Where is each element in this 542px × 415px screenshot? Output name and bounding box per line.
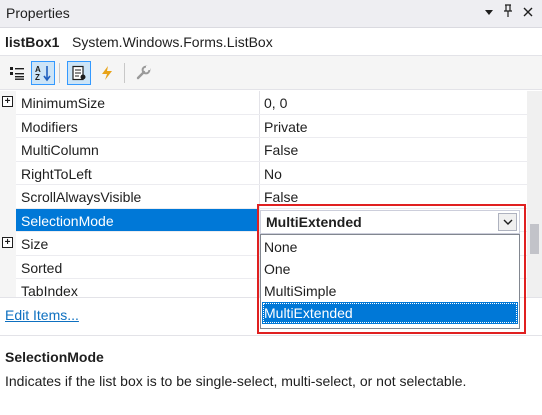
column-divider — [259, 138, 260, 162]
properties-title-bar: Properties — [0, 0, 542, 28]
property-name: MinimumSize — [21, 95, 106, 111]
description-title: SelectionMode — [5, 349, 104, 365]
selection-mode-combo[interactable]: MultiExtended — [260, 210, 520, 234]
property-name: TabIndex — [21, 283, 78, 297]
object-name: listBox1 — [5, 34, 60, 50]
dropdown-option-none[interactable]: None — [262, 236, 518, 258]
property-name: Modifiers — [21, 118, 78, 135]
vertical-scrollbar[interactable] — [527, 91, 542, 297]
description-pane: SelectionMode Indicates if the list box … — [0, 335, 542, 415]
column-divider — [259, 114, 260, 138]
description-text: Indicates if the list box is to be singl… — [5, 373, 467, 389]
chevron-down-icon[interactable] — [498, 213, 517, 231]
close-icon[interactable] — [519, 4, 537, 22]
row-gutter — [0, 208, 16, 232]
toolbar-separator — [124, 63, 125, 83]
dropdown-option-one[interactable]: One — [262, 258, 518, 280]
property-name: Sorted — [21, 259, 63, 276]
property-name: ScrollAlwaysVisible — [21, 189, 142, 205]
expand-icon[interactable]: + — [2, 96, 13, 107]
property-name: RightToLeft — [21, 165, 92, 182]
properties-toolbar: A Z — [0, 56, 542, 90]
window-menu-dropdown-icon[interactable] — [480, 4, 498, 22]
expand-icon[interactable]: + — [2, 237, 13, 248]
property-value[interactable]: 0, 0 — [264, 95, 287, 111]
dropdown-option-multisimple[interactable]: MultiSimple — [262, 280, 518, 302]
toolbar-separator — [59, 63, 60, 83]
window-title: Properties — [6, 5, 70, 21]
row-gutter — [0, 185, 16, 209]
combo-value: MultiExtended — [266, 214, 362, 230]
property-row[interactable]: Modifiers Private — [0, 114, 527, 138]
row-gutter — [0, 114, 16, 138]
events-icon[interactable] — [95, 61, 119, 85]
object-type: System.Windows.Forms.ListBox — [72, 34, 273, 50]
row-gutter — [0, 138, 16, 162]
property-name: Size — [21, 236, 49, 252]
property-row[interactable]: MultiColumn False — [0, 138, 527, 162]
property-value[interactable]: No — [264, 166, 282, 182]
column-divider — [259, 161, 260, 185]
column-divider — [259, 185, 260, 209]
object-selector[interactable]: listBox1 System.Windows.Forms.ListBox — [0, 28, 542, 56]
selection-mode-dropdown-list: None One MultiSimple MultiExtended — [260, 234, 520, 329]
property-row[interactable]: + MinimumSize 0, 0 — [0, 91, 527, 115]
row-gutter — [0, 279, 16, 297]
svg-text:Z: Z — [35, 73, 40, 82]
row-gutter — [0, 255, 16, 279]
property-value[interactable]: Private — [264, 119, 308, 135]
property-row[interactable]: RightToLeft No — [0, 161, 527, 185]
dropdown-option-multiextended[interactable]: MultiExtended — [262, 302, 518, 324]
edit-items-link[interactable]: Edit Items... — [5, 307, 79, 323]
column-divider — [259, 91, 260, 115]
scrollbar-thumb[interactable] — [530, 224, 539, 254]
row-gutter — [0, 161, 16, 185]
property-value[interactable]: False — [264, 142, 298, 158]
property-value[interactable]: False — [264, 189, 298, 205]
property-name: MultiColumn — [21, 142, 99, 158]
property-row[interactable]: ScrollAlwaysVisible False — [0, 185, 527, 209]
categorized-icon[interactable] — [5, 61, 29, 85]
property-pages-icon[interactable] — [131, 61, 155, 85]
property-name: SelectionMode — [21, 212, 114, 229]
properties-icon[interactable] — [67, 61, 91, 85]
pin-icon[interactable] — [499, 4, 517, 22]
alphabetical-icon[interactable]: A Z — [31, 61, 55, 85]
